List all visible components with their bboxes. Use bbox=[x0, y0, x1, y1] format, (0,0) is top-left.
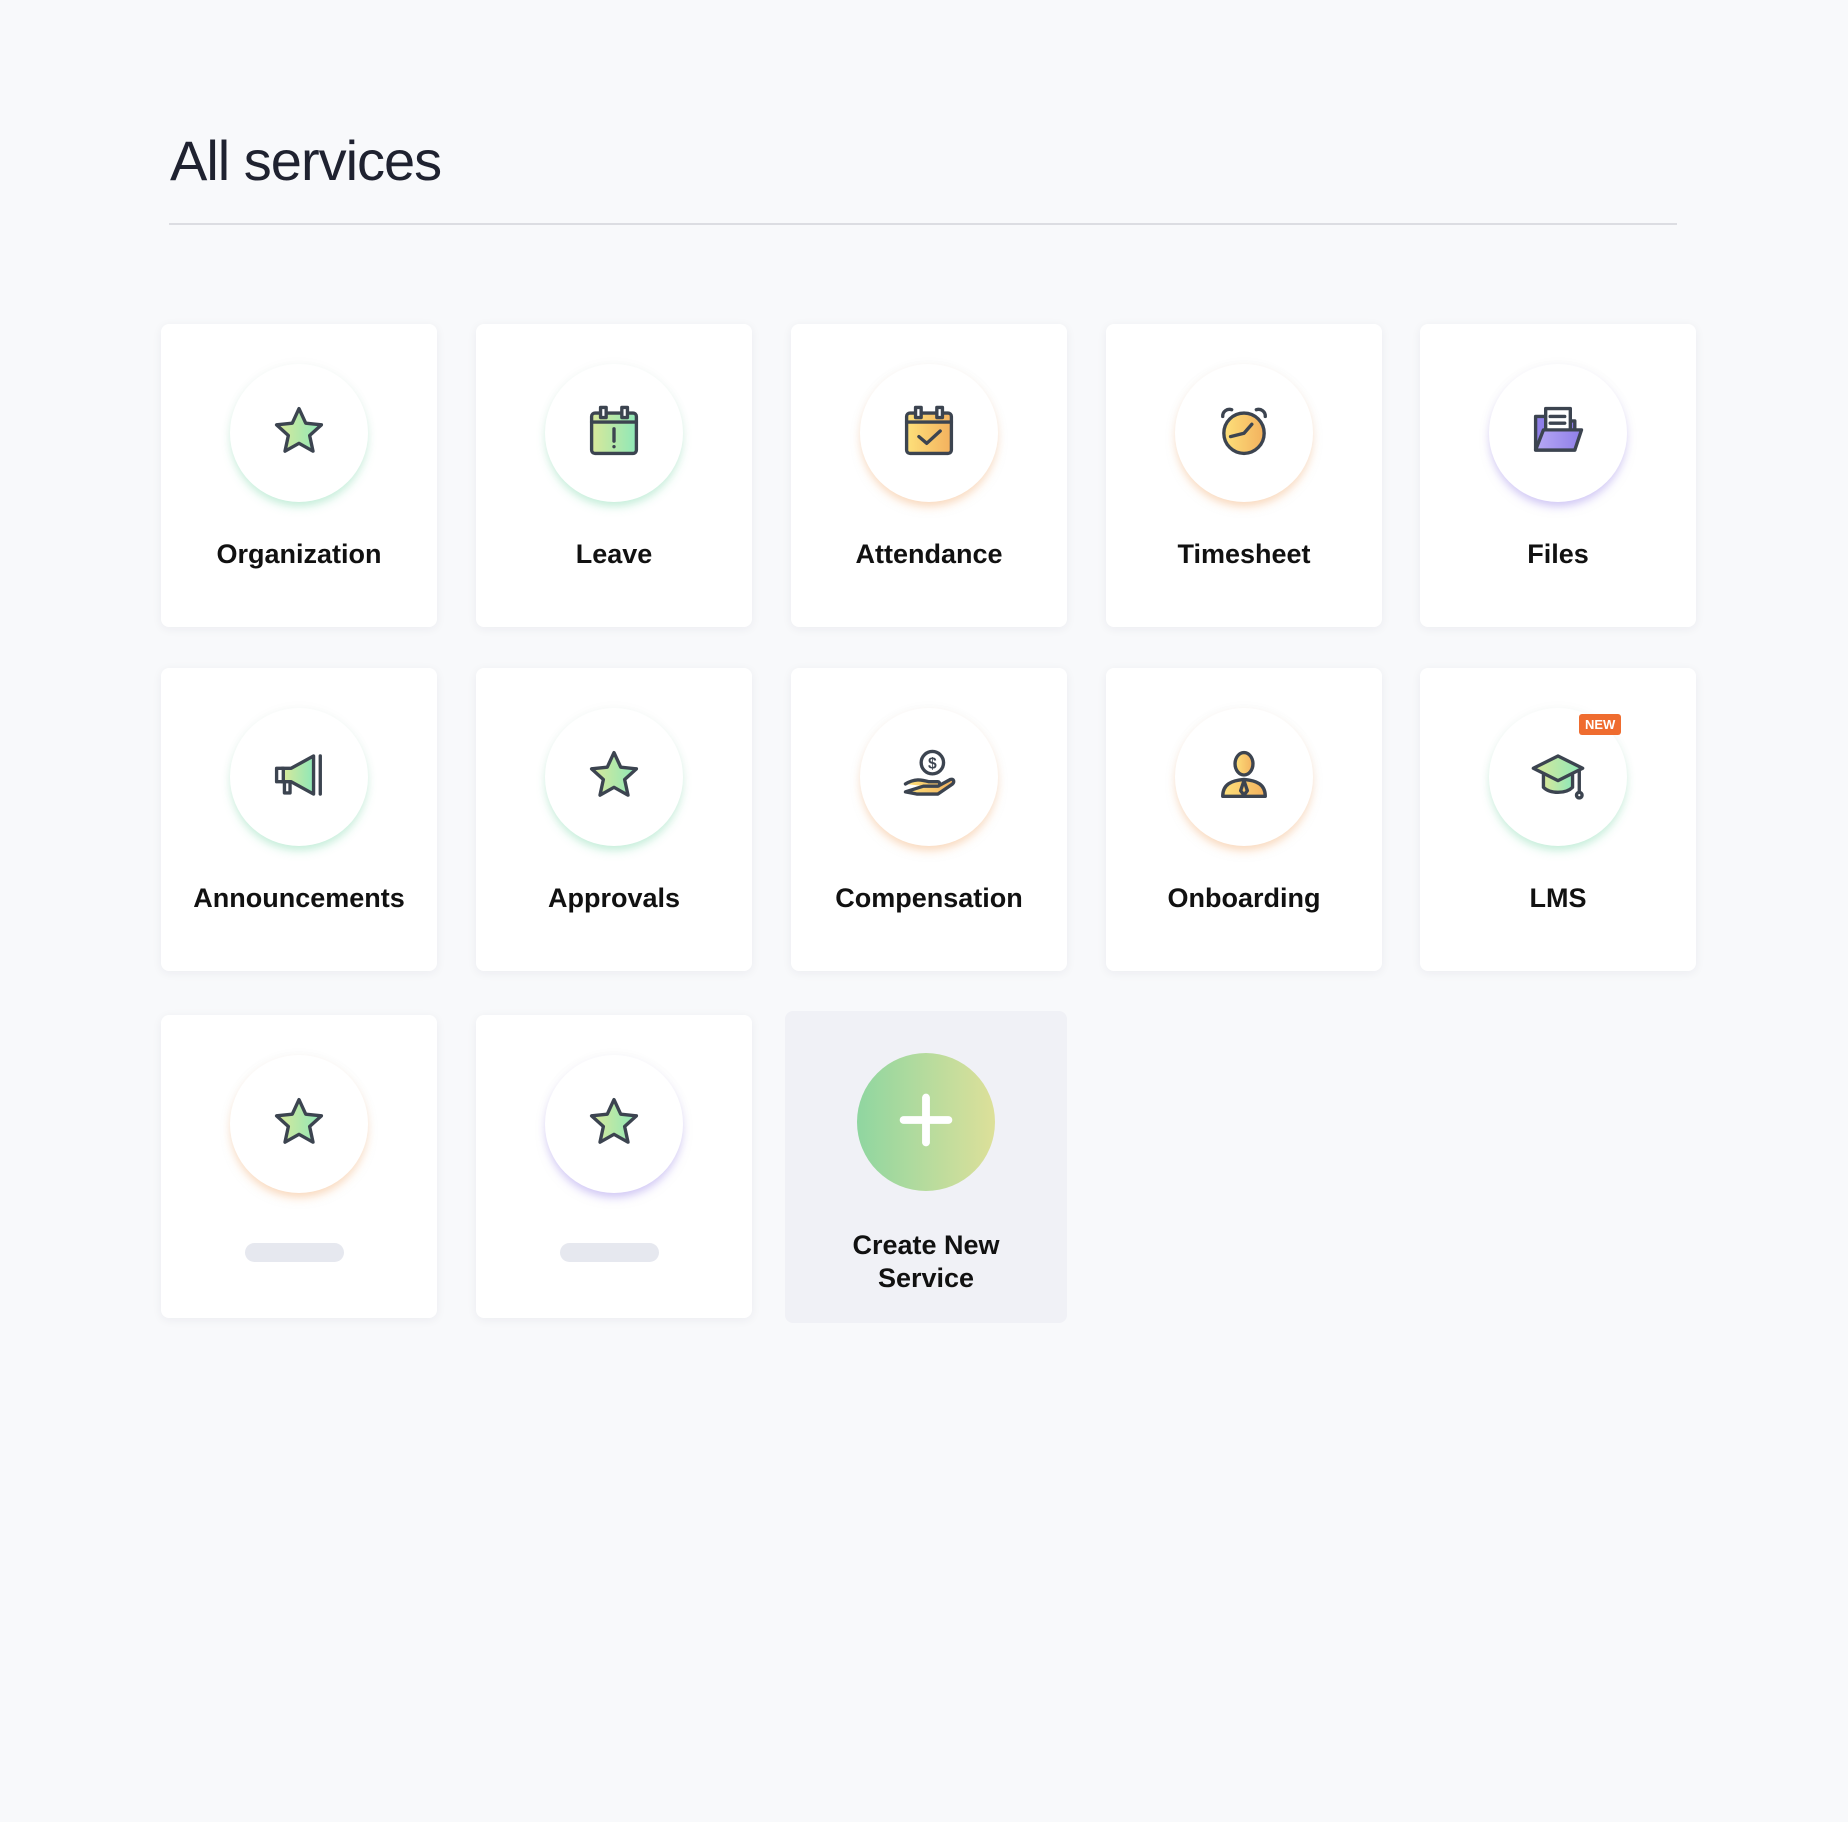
calendar-alert-icon bbox=[586, 403, 642, 464]
icon-circle bbox=[1489, 364, 1627, 502]
create-label: Create New Service bbox=[852, 1230, 1000, 1293]
megaphone-icon bbox=[271, 747, 327, 808]
folder-icon bbox=[1530, 403, 1586, 464]
icon-circle bbox=[1175, 364, 1313, 502]
star-icon bbox=[586, 1094, 642, 1155]
create-new-service-button[interactable]: Create New Service bbox=[785, 1011, 1067, 1323]
service-card-files[interactable]: Files bbox=[1420, 324, 1696, 627]
service-card-compensation[interactable]: $ Compensation bbox=[791, 668, 1067, 971]
service-label: Onboarding bbox=[1167, 883, 1321, 913]
placeholder-service-card[interactable] bbox=[161, 1015, 437, 1318]
service-label: Compensation bbox=[835, 883, 1023, 913]
icon-circle bbox=[545, 708, 683, 846]
new-badge: NEW bbox=[1579, 714, 1622, 735]
service-label: Attendance bbox=[855, 539, 1003, 569]
icon-circle bbox=[860, 364, 998, 502]
star-icon bbox=[586, 747, 642, 808]
icon-circle bbox=[1175, 708, 1313, 846]
icon-circle: $ bbox=[860, 708, 998, 846]
plus-circle bbox=[857, 1053, 995, 1191]
service-label: Announcements bbox=[193, 883, 405, 913]
placeholder-service-card[interactable] bbox=[476, 1015, 752, 1318]
icon-circle bbox=[545, 1055, 683, 1193]
service-label: Timesheet bbox=[1177, 539, 1311, 569]
service-label: Files bbox=[1527, 539, 1589, 569]
star-icon bbox=[271, 403, 327, 464]
service-label: LMS bbox=[1529, 883, 1587, 913]
divider bbox=[169, 223, 1677, 225]
service-card-lms[interactable]: NEW LMS bbox=[1420, 668, 1696, 971]
icon-circle bbox=[230, 364, 368, 502]
page-title: All services bbox=[170, 129, 442, 192]
alarm-clock-icon bbox=[1216, 403, 1272, 464]
service-card-organization[interactable]: Organization bbox=[161, 324, 437, 627]
label-placeholder bbox=[245, 1243, 344, 1262]
star-icon bbox=[271, 1094, 327, 1155]
service-label: Approvals bbox=[547, 883, 681, 913]
icon-circle bbox=[545, 364, 683, 502]
svg-text:$: $ bbox=[928, 755, 937, 772]
plus-icon bbox=[898, 1092, 954, 1153]
service-card-timesheet[interactable]: Timesheet bbox=[1106, 324, 1382, 627]
hand-coin-icon: $ bbox=[901, 747, 957, 808]
icon-circle bbox=[230, 708, 368, 846]
icon-circle bbox=[230, 1055, 368, 1193]
calendar-check-icon bbox=[901, 403, 957, 464]
service-card-attendance[interactable]: Attendance bbox=[791, 324, 1067, 627]
service-card-announcements[interactable]: Announcements bbox=[161, 668, 437, 971]
service-card-approvals[interactable]: Approvals bbox=[476, 668, 752, 971]
service-card-leave[interactable]: Leave bbox=[476, 324, 752, 627]
person-icon bbox=[1216, 747, 1272, 808]
service-label: Organization bbox=[216, 539, 382, 569]
graduation-cap-icon bbox=[1530, 747, 1586, 808]
service-card-onboarding[interactable]: Onboarding bbox=[1106, 668, 1382, 971]
label-placeholder bbox=[560, 1243, 659, 1262]
service-label: Leave bbox=[575, 539, 653, 569]
